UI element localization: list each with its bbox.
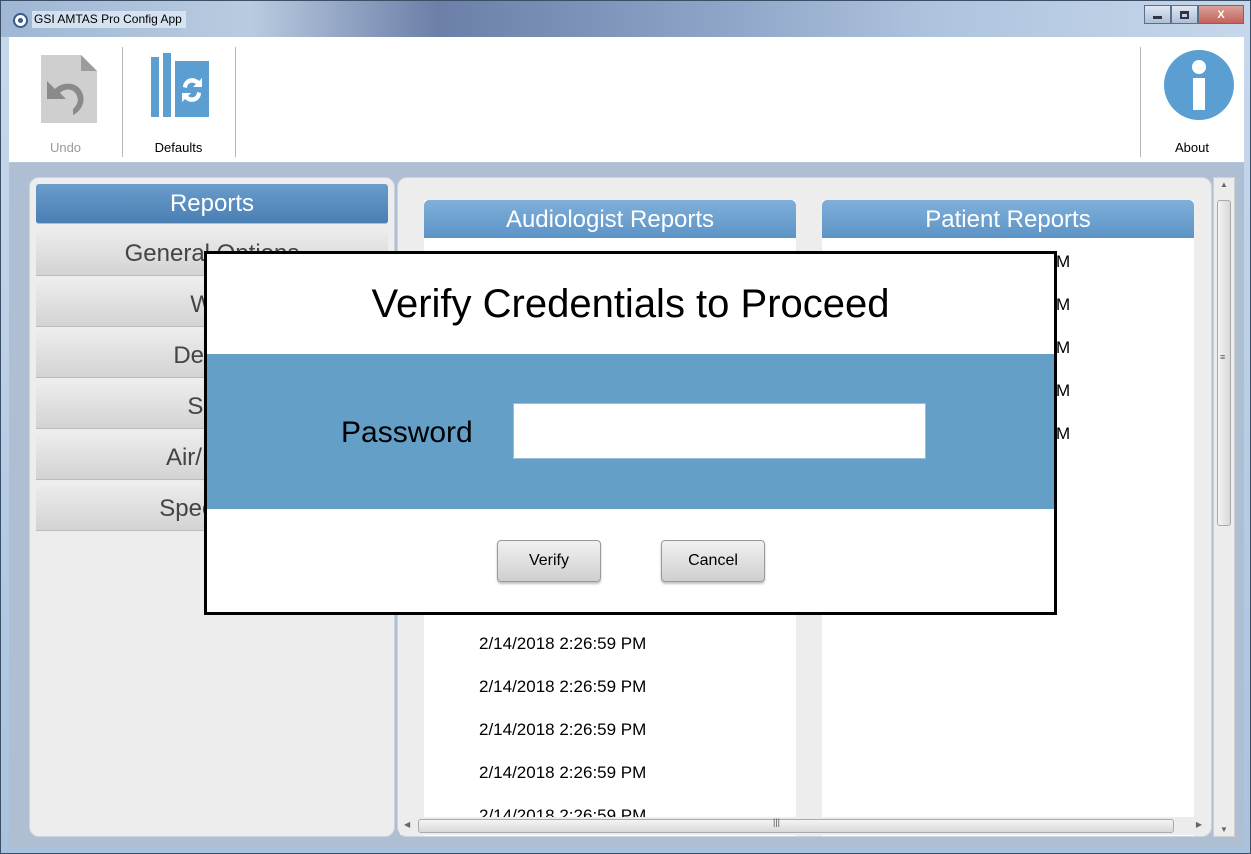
list-item[interactable]: M (1056, 424, 1070, 444)
close-button[interactable]: X (1198, 5, 1244, 24)
defaults-icon (151, 53, 209, 117)
about-button[interactable]: About (1140, 37, 1244, 163)
horizontal-scrollbar[interactable]: ◀ ||| ▶ (400, 817, 1206, 835)
toolbar: Undo Defaults About (9, 37, 1244, 163)
dialog-title: Verify Credentials to Proceed (371, 282, 890, 326)
undo-button[interactable]: Undo (9, 37, 122, 163)
about-label: About (1175, 140, 1209, 155)
password-label: Password (341, 416, 473, 449)
list-item[interactable]: 2/14/2018 2:26:59 PM (479, 763, 646, 783)
verify-credentials-dialog: Verify Credentials to Proceed Password V… (204, 251, 1057, 615)
list-item[interactable]: 2/14/2018 2:26:59 PM (479, 677, 646, 697)
vertical-scrollbar[interactable]: ▲ ≡ ▼ (1213, 177, 1235, 837)
close-icon: X (1217, 8, 1225, 21)
app-window: GSI AMTAS Pro Config App X Undo Defaults… (0, 0, 1251, 854)
info-icon (1164, 50, 1234, 120)
scroll-thumb[interactable] (418, 819, 1174, 833)
list-item[interactable]: M (1056, 295, 1070, 315)
window-title: GSI AMTAS Pro Config App (32, 11, 186, 28)
verify-button[interactable]: Verify (497, 540, 601, 582)
undo-label: Undo (49, 140, 82, 155)
cancel-button[interactable]: Cancel (661, 540, 765, 582)
list-item[interactable]: M (1056, 381, 1070, 401)
list-item[interactable]: 2/14/2018 2:26:59 PM (479, 634, 646, 654)
defaults-label: Defaults (154, 140, 203, 155)
toolbar-divider (235, 47, 236, 157)
scroll-left-icon[interactable]: ◀ (404, 820, 410, 829)
scroll-down-icon[interactable]: ▼ (1220, 825, 1228, 834)
window-controls: X (1144, 5, 1244, 24)
patient-reports-header: Patient Reports (822, 200, 1194, 238)
maximize-icon (1180, 10, 1189, 19)
password-input[interactable] (513, 403, 926, 459)
minimize-button[interactable] (1144, 5, 1171, 24)
maximize-button[interactable] (1171, 5, 1198, 24)
scroll-thumb[interactable] (1217, 200, 1231, 526)
audiologist-reports-header: Audiologist Reports (424, 200, 796, 238)
app-logo-icon (13, 13, 28, 28)
list-item[interactable]: M (1056, 338, 1070, 358)
list-item[interactable]: M (1056, 252, 1070, 272)
nav-item-reports[interactable]: Reports (36, 184, 388, 224)
scroll-right-icon[interactable]: ▶ (1196, 820, 1202, 829)
list-item[interactable]: 2/14/2018 2:26:59 PM (479, 720, 646, 740)
undo-icon (41, 55, 97, 123)
scroll-up-icon[interactable]: ▲ (1220, 180, 1228, 189)
defaults-button[interactable]: Defaults (122, 37, 235, 163)
title-bar[interactable]: GSI AMTAS Pro Config App X (1, 1, 1250, 37)
scroll-grip-icon: ≡ (1220, 352, 1226, 362)
password-section: Password (207, 354, 1054, 509)
minimize-icon (1153, 16, 1162, 19)
scroll-grip-icon: ||| (773, 817, 781, 827)
